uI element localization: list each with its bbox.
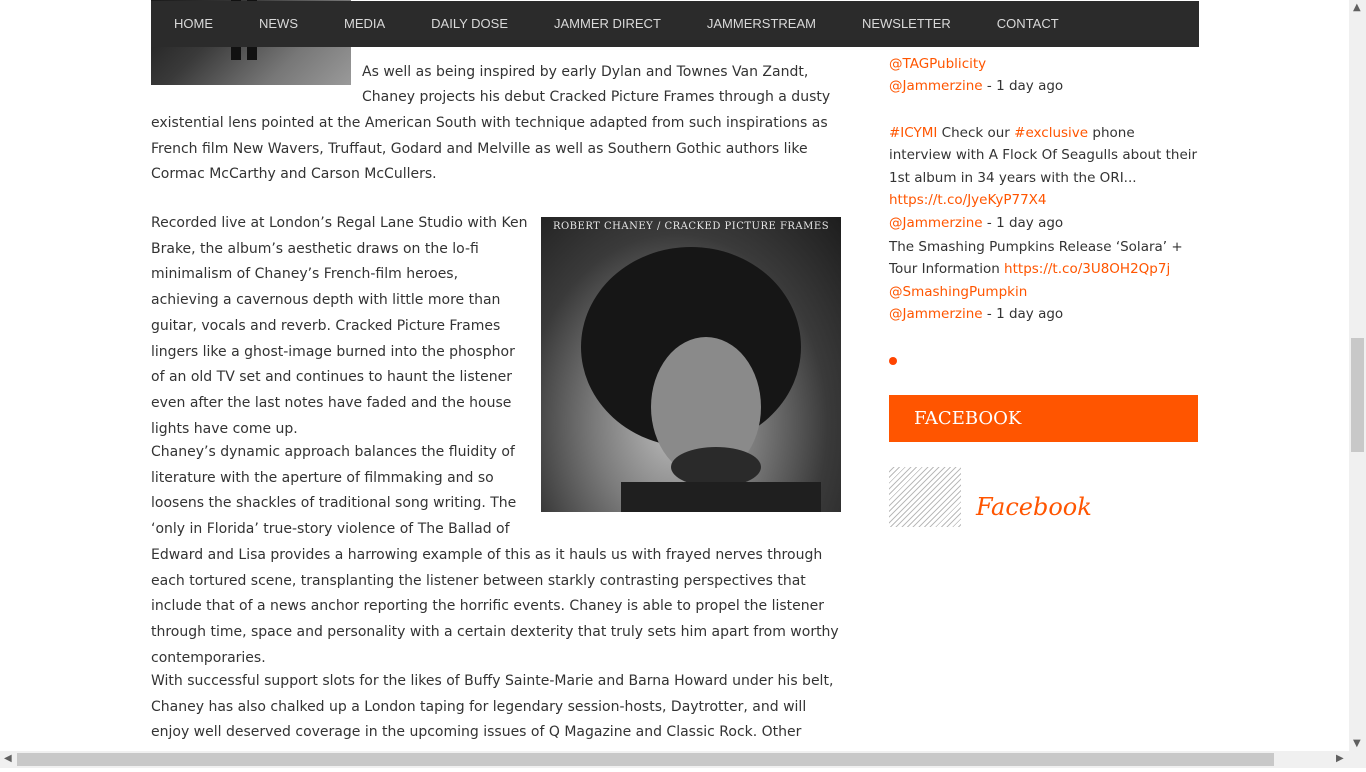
- main-nav: HOME NEWS MEDIA DAILY DOSE JAMMER DIRECT…: [151, 1, 1199, 47]
- nav-media[interactable]: MEDIA: [321, 1, 408, 47]
- scroll-right-icon[interactable]: ▶: [1336, 753, 1344, 764]
- article-p1-rest: existential lens pointed at the American…: [151, 115, 828, 183]
- tweet-user[interactable]: @Jammerzine: [889, 78, 983, 94]
- horizontal-scrollbar[interactable]: ◀ ▶: [0, 751, 1349, 768]
- scroll-left-icon[interactable]: ◀: [4, 753, 12, 764]
- tweet-3: The Smashing Pumpkins Release ‘Solara’ +…: [889, 236, 1189, 326]
- tweet-link[interactable]: https://t.co/3U8OH2Qp7j: [1004, 261, 1170, 277]
- horizontal-scroll-thumb[interactable]: [17, 753, 1274, 766]
- tweet-mention[interactable]: @TAGPublicity: [889, 56, 986, 72]
- nav-daily-dose[interactable]: DAILY DOSE: [408, 1, 531, 47]
- tweet-mention[interactable]: @SmashingPumpkin: [889, 284, 1027, 300]
- vertical-scroll-thumb[interactable]: [1351, 338, 1364, 452]
- facebook-link[interactable]: Facebook: [976, 493, 1092, 521]
- tweet-link[interactable]: https://t.co/JyeKyP77X4: [889, 192, 1047, 208]
- scroll-up-icon[interactable]: ▲: [1353, 2, 1361, 13]
- article-p1-line2: Chaney projects his debut Cracked Pictur…: [362, 89, 831, 105]
- tweet-text: Check our: [937, 125, 1015, 141]
- tweet-1: @TAGPublicity @Jammerzine - 1 day ago: [889, 53, 1199, 98]
- album-cover-image: ROBERT CHANEY / CRACKED PICTURE FRAMES: [541, 217, 841, 512]
- tweet-time: - 1 day ago: [982, 214, 1064, 231]
- article-p2: Recorded live at London’s Regal Lane Stu…: [151, 215, 528, 437]
- tweet-2: #ICYMI Check our #exclusive phone interv…: [889, 122, 1199, 234]
- facebook-thumbnail[interactable]: [889, 467, 961, 527]
- tweet-hashtag[interactable]: #exclusive: [1014, 125, 1088, 141]
- article-p3-full: Edward and Lisa provides a harrowing exa…: [151, 547, 839, 666]
- scroll-down-icon[interactable]: ▼: [1353, 738, 1361, 749]
- nav-home[interactable]: HOME: [151, 1, 236, 47]
- nav-jammer-direct[interactable]: JAMMER DIRECT: [531, 1, 684, 47]
- article-p3-wrap: Chaney’s dynamic approach balances the f…: [151, 444, 517, 538]
- article-p1-line1: As well as being inspired by early Dylan…: [362, 64, 809, 80]
- nav-news[interactable]: NEWS: [236, 1, 321, 47]
- carousel-dot[interactable]: [889, 357, 897, 365]
- tweet-user[interactable]: @Jammerzine: [889, 215, 983, 231]
- album-portrait: [581, 247, 821, 512]
- nav-jammerstream[interactable]: JAMMERSTREAM: [684, 1, 839, 47]
- nav-newsletter[interactable]: NEWSLETTER: [839, 1, 974, 47]
- tweet-user[interactable]: @Jammerzine: [889, 306, 983, 322]
- vertical-scrollbar[interactable]: ▲ ▼: [1349, 0, 1366, 768]
- tweet-time: - 1 day ago: [982, 78, 1064, 95]
- tweet-hashtag[interactable]: #ICYMI: [889, 125, 937, 141]
- facebook-widget-header: FACEBOOK: [889, 395, 1198, 442]
- tweet-time: - 1 day ago: [982, 306, 1064, 323]
- nav-contact[interactable]: CONTACT: [974, 1, 1082, 47]
